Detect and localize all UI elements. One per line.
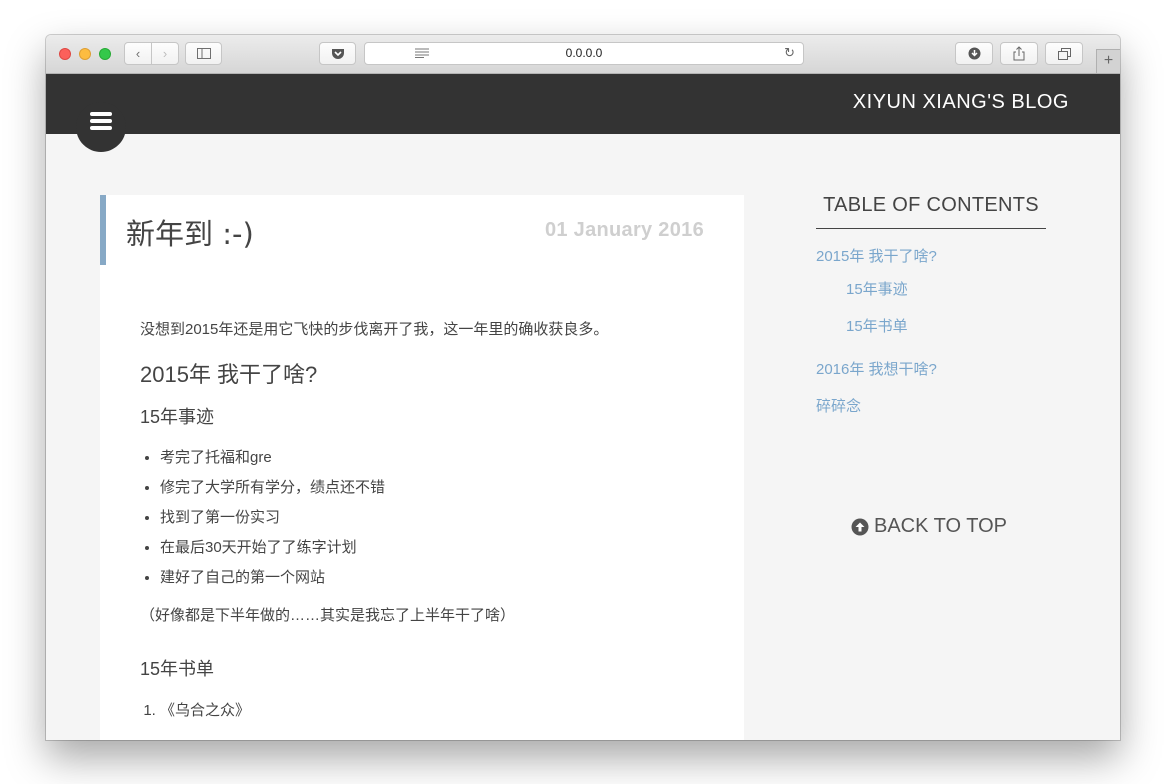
pocket-icon — [331, 48, 344, 59]
tabs-overview-button[interactable] — [1045, 42, 1083, 65]
back-to-top-label: BACK TO TOP — [874, 515, 1008, 537]
share-button[interactable] — [1000, 42, 1038, 65]
heading-books: 15年书单 — [140, 659, 215, 679]
toc-link-2016[interactable]: 2016年 我想干啥? — [816, 361, 937, 378]
toc-link-deeds[interactable]: 15年事迹 — [846, 281, 908, 298]
post-header: 新年到 :-) 01 January 2016 — [100, 195, 744, 265]
intro-paragraph: 没想到2015年还是用它飞快的步伐离开了我，这一年里的确收获良多。 — [140, 321, 609, 338]
close-window-button[interactable] — [59, 48, 71, 60]
zoom-window-button[interactable] — [99, 48, 111, 60]
address-bar[interactable]: 0.0.0.0 ↻ — [364, 42, 804, 65]
minimize-window-button[interactable] — [79, 48, 91, 60]
sidebar-icon — [196, 48, 211, 59]
url-text: 0.0.0.0 — [565, 46, 603, 60]
forward-icon[interactable]: › — [151, 43, 178, 64]
pocket-button[interactable] — [319, 42, 356, 65]
list-item: 建好了自己的第一个网站 — [160, 563, 710, 593]
heading-deeds: 15年事迹 — [140, 407, 215, 427]
toc-link-2015[interactable]: 2015年 我干了啥? — [816, 248, 937, 265]
history-nav: ‹ › — [124, 42, 179, 65]
table-of-contents: TABLE OF CONTENTS 2015年 我干了啥? 15年事迹 15年书… — [816, 194, 1046, 416]
share-icon — [1013, 46, 1025, 61]
back-to-top-link[interactable]: BACK TO TOP — [851, 515, 1007, 538]
heading-2015: 2015年 我干了啥? — [140, 362, 318, 387]
web-page: XIYUN XIANG'S BLOG 新年到 :-) 01 January 20… — [46, 74, 1120, 740]
list-item: 考完了托福和gre — [160, 443, 710, 473]
arrow-circle-up-icon — [851, 518, 869, 535]
reload-icon[interactable]: ↻ — [784, 45, 795, 61]
sidebar-toggle-button[interactable] — [185, 42, 222, 65]
browser-toolbar: ‹ › 0.0.0.0 ↻ + — [46, 35, 1120, 74]
list-item: 修完了大学所有学分，绩点还不错 — [160, 473, 710, 503]
list-item: 《乌合之众》 — [160, 699, 710, 720]
download-icon — [968, 47, 980, 60]
aside-paragraph: （好像都是下半年做的……其实是我忘了上半年干了啥） — [140, 607, 516, 624]
toc-link-misc[interactable]: 碎碎念 — [816, 398, 861, 415]
list-item: 找到了第一份实习 — [160, 503, 710, 533]
menu-button[interactable] — [76, 102, 126, 152]
site-header: XIYUN XIANG'S BLOG — [46, 74, 1120, 134]
post-article: 新年到 :-) 01 January 2016 没想到2015年还是用它飞快的步… — [100, 195, 744, 740]
browser-window: ‹ › 0.0.0.0 ↻ + XIYUN XIANG'S BLOG 新年到:… — [46, 35, 1120, 740]
post-date: 01 January 2016 — [544, 219, 704, 241]
tabs-icon — [1057, 47, 1071, 60]
toc-link-books[interactable]: 15年书单 — [846, 318, 908, 335]
toc-title: TABLE OF CONTENTS — [816, 194, 1046, 229]
deeds-list: 考完了托福和gre 修完了大学所有学分，绩点还不错 找到了第一份实习 在最后30… — [140, 443, 710, 593]
back-icon[interactable]: ‹ — [125, 43, 151, 64]
list-item: 在最后30天开始了了练字计划 — [160, 533, 710, 563]
post-title: 新年到 :-) — [126, 217, 254, 251]
toc-list: 2015年 我干了啥? 15年事迹 15年书单 2016年 我想干啥? 碎碎念 — [816, 245, 1046, 416]
site-title[interactable]: XIYUN XIANG'S BLOG — [853, 91, 1069, 114]
downloads-button[interactable] — [955, 42, 993, 65]
hamburger-icon — [90, 112, 112, 130]
books-list: 《乌合之众》 — [140, 699, 710, 720]
new-tab-button[interactable]: + — [1096, 49, 1120, 73]
post-content: 没想到2015年还是用它飞快的步伐离开了我，这一年里的确收获良多。 2015年 … — [140, 319, 710, 720]
